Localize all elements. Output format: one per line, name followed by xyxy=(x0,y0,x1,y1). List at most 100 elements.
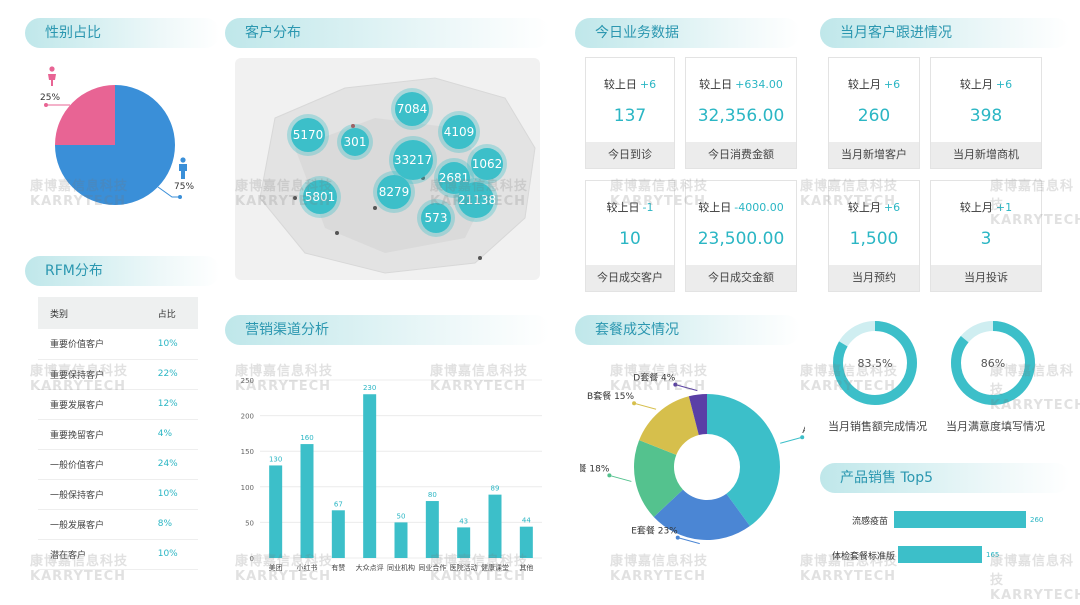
month-card-new-opportunities[interactable]: 较上月 +6 398 当月新增商机 xyxy=(930,57,1042,169)
map-bubble[interactable]: 8279 xyxy=(377,175,411,209)
gender-pie-chart xyxy=(44,85,182,205)
rfm-cell-ratio: 8% xyxy=(145,509,198,540)
rfm-table: 类别 占比 重要价值客户 10% 重要保持客户 22% 重要发展客户 12% 重要挽留… xyxy=(38,297,198,570)
male-pct-label: 75% xyxy=(174,182,195,192)
sales-completion-ring: 83.5% xyxy=(833,321,917,405)
donut-leader-line xyxy=(633,402,657,410)
channel-bar[interactable] xyxy=(331,510,345,558)
ring-value: 83.5% xyxy=(858,357,893,370)
channel-bar[interactable] xyxy=(300,444,314,558)
map-bubble[interactable]: 4109 xyxy=(442,115,476,149)
today-card-deal-customers[interactable]: 较上日 -1 10 今日成交客户 xyxy=(585,180,675,292)
channel-bar[interactable] xyxy=(425,501,439,558)
today-card-deal-amount[interactable]: 较上日 -4000.00 23,500.00 今日成交金额 xyxy=(685,180,797,292)
top5-label: 流感疫苗 xyxy=(851,517,888,527)
table-row[interactable]: 一般价值客户 24% xyxy=(38,449,198,480)
gender-pie-female xyxy=(55,85,115,145)
rfm-header-ratio: 占比 xyxy=(145,297,198,329)
y-tick-label: 50 xyxy=(245,519,254,527)
rfm-cell-category: 重要挽留客户 xyxy=(38,419,146,450)
table-row[interactable]: 重要保持客户 22% xyxy=(38,359,198,390)
today-card-visits[interactable]: 较上日 +6 137 今日到诊 xyxy=(585,57,675,169)
top5-label: 体检套餐标准版 xyxy=(831,552,895,562)
month-card-new-customers[interactable]: 较上月 +6 260 当月新增客户 xyxy=(828,57,920,169)
map-bubble[interactable]: 301 xyxy=(341,128,369,156)
donut-label: A套餐 40% xyxy=(802,424,805,436)
rfm-cell-ratio: 10% xyxy=(145,329,198,360)
x-tick-label: 大众点评 xyxy=(356,563,384,572)
x-tick-label: 健康课堂 xyxy=(481,563,509,572)
table-row[interactable]: 重要挽留客户 4% xyxy=(38,419,198,450)
sales-completion-label: 当月销售额完成情况 xyxy=(828,420,927,433)
top5-value: 165 xyxy=(986,551,1000,559)
bar-value-label: 44 xyxy=(522,517,531,525)
panel-title-rfm: RFM分布 xyxy=(25,256,220,286)
rfm-cell-category: 重要发展客户 xyxy=(38,389,146,420)
panel-title-customer-map: 客户分布 xyxy=(225,18,550,48)
channel-bar[interactable] xyxy=(519,526,533,558)
rfm-cell-category: 一般保持客户 xyxy=(38,479,146,510)
top5-bar[interactable] xyxy=(898,546,982,563)
bar-value-label: 130 xyxy=(269,455,282,463)
satisfaction-label: 当月满意度填写情况 xyxy=(946,420,1045,433)
channel-bar[interactable] xyxy=(363,394,377,558)
table-row[interactable]: 重要价值客户 10% xyxy=(38,329,198,360)
rfm-cell-ratio: 22% xyxy=(145,359,198,390)
rfm-cell-ratio: 4% xyxy=(145,419,198,450)
channel-bar[interactable] xyxy=(457,527,471,558)
table-row[interactable]: 一般保持客户 10% xyxy=(38,479,198,510)
map-bubble[interactable]: 5801 xyxy=(303,180,337,214)
rfm-header-row: 类别 占比 xyxy=(38,297,198,329)
male-icon xyxy=(179,157,187,179)
map-bubble[interactable]: 573 xyxy=(421,203,451,233)
rfm-cell-ratio: 24% xyxy=(145,449,198,480)
month-card-complaints[interactable]: 较上月 +1 3 当月投诉 xyxy=(930,180,1042,292)
table-row[interactable]: 重要发展客户 12% xyxy=(38,389,198,420)
panel-title-gender: 性别占比 xyxy=(25,18,220,48)
channel-bar[interactable] xyxy=(394,522,408,558)
panel-title-package: 套餐成交情况 xyxy=(575,315,800,345)
rfm-cell-category: 一般价值客户 xyxy=(38,449,146,480)
watermark: 康博嘉信息科技 KARRYTECH xyxy=(990,554,1080,603)
x-tick-label: 同业合作 xyxy=(418,563,446,572)
bar-value-label: 89 xyxy=(491,485,500,493)
bar-value-label: 67 xyxy=(334,500,343,508)
donut-leader-line xyxy=(609,474,632,482)
y-tick-label: 200 xyxy=(241,413,254,421)
table-row[interactable]: 潜在客户 10% xyxy=(38,539,198,570)
x-tick-label: 医院活动 xyxy=(450,563,478,572)
bar-value-label: 80 xyxy=(428,491,437,499)
female-pct-label: 25% xyxy=(40,93,61,103)
map-bubble[interactable]: 33217 xyxy=(393,140,433,180)
donut-label: C套餐 18% xyxy=(580,462,610,474)
map-bubble[interactable]: 7084 xyxy=(395,92,429,126)
panel-title-channel: 营销渠道分析 xyxy=(225,315,550,345)
bar-value-label: 50 xyxy=(397,512,406,520)
bar-value-label: 43 xyxy=(459,517,468,525)
top5-bar[interactable] xyxy=(894,511,1026,528)
panel-title-top5: 产品销售 Top5 xyxy=(820,463,1070,493)
x-tick-label: 有赞 xyxy=(331,563,345,572)
map-bubble[interactable]: 1062 xyxy=(471,148,503,180)
donut-label: D套餐 4% xyxy=(633,372,676,384)
x-tick-label: 小红书 xyxy=(297,563,318,572)
rfm-cell-ratio: 12% xyxy=(145,389,198,420)
today-card-spend[interactable]: 较上日 +634.00 32,356.00 今日消费金额 xyxy=(685,57,797,169)
satisfaction-ring: 86% xyxy=(951,321,1035,405)
donut-leader-line xyxy=(780,436,803,444)
donut-label: E套餐 23% xyxy=(631,525,678,537)
bar-value-label: 160 xyxy=(300,434,313,442)
channel-bar[interactable] xyxy=(269,465,283,558)
channel-bar-chart: 0 50 100 150 200 250 130 美团 160 小红书 67 有赞 230 大众点评 50 同… xyxy=(241,377,542,572)
map-bubble[interactable]: 5170 xyxy=(291,118,325,152)
rfm-cell-ratio: 10% xyxy=(145,479,198,510)
rfm-cell-category: 重要价值客户 xyxy=(38,329,146,360)
y-tick-label: 100 xyxy=(241,484,254,492)
table-row[interactable]: 一般发展客户 8% xyxy=(38,509,198,540)
y-tick-label: 150 xyxy=(241,448,254,456)
x-tick-label: 同业机构 xyxy=(387,563,415,572)
rfm-cell-ratio: 10% xyxy=(145,539,198,570)
map-bubble[interactable]: 21138 xyxy=(458,182,496,218)
channel-bar[interactable] xyxy=(488,494,502,558)
month-card-appointments[interactable]: 较上月 +6 1,500 当月预约 xyxy=(828,180,920,292)
